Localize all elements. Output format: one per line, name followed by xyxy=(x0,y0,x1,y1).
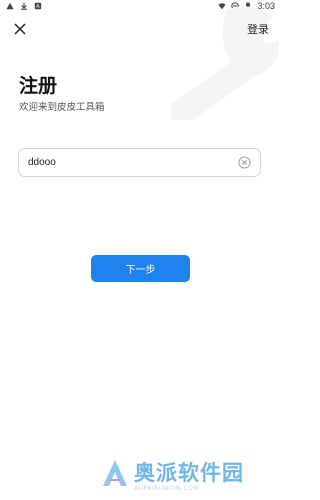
app-notification-icon: A xyxy=(34,2,42,10)
login-link[interactable]: 登录 xyxy=(247,21,269,37)
username-input[interactable] xyxy=(28,149,228,176)
clear-circle-icon[interactable] xyxy=(238,156,251,169)
warning-icon xyxy=(6,2,14,10)
download-icon xyxy=(21,2,27,10)
page-title: 注册 xyxy=(19,75,58,97)
watermark-subtext: AUPAIRUNION.COM xyxy=(134,485,200,492)
next-step-button[interactable]: 下一步 xyxy=(91,255,190,282)
close-icon[interactable] xyxy=(12,21,28,37)
watermark-text: 奥派软件园 xyxy=(134,460,244,485)
background-wrench-icon xyxy=(171,6,280,120)
page-subtitle: 欢迎来到皮皮工具箱 xyxy=(19,102,105,113)
watermark-logo-icon xyxy=(103,460,127,486)
watermark: 奥派软件园 xyxy=(100,458,244,488)
username-field-container xyxy=(18,148,261,177)
